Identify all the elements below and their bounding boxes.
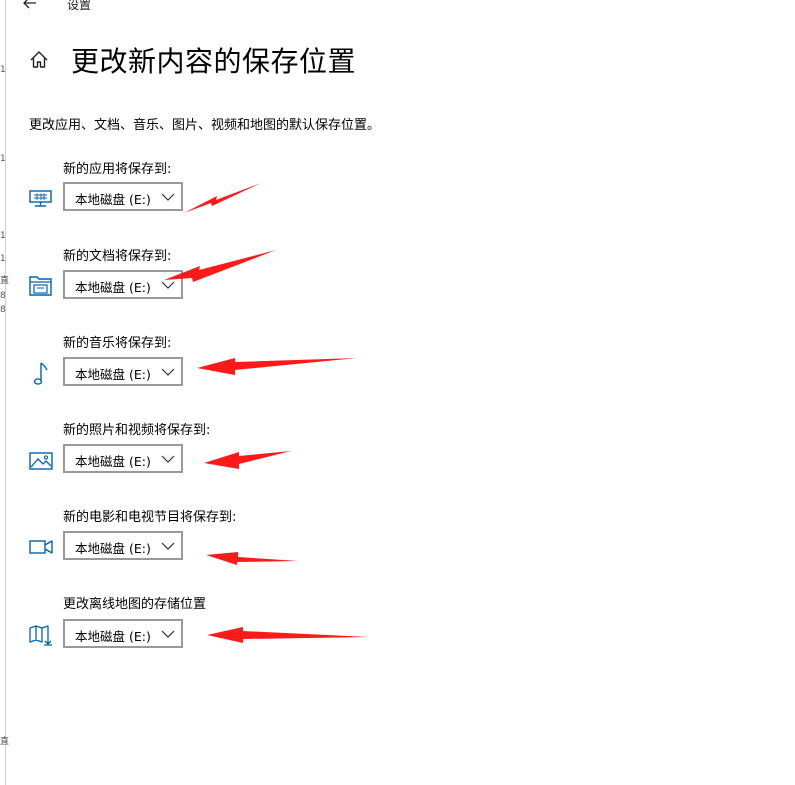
dropdown-value: 本地磁盘 (E:) [75,280,151,295]
chevron-down-icon [161,193,175,201]
edge-glyph: 直 [0,276,10,286]
annotation-arrow [197,358,357,375]
documents-icon-wrap [28,274,54,298]
dropdown-value: 本地磁盘 (E:) [75,629,151,644]
dropdown-value: 本地磁盘 (E:) [75,454,151,469]
back-arrow-icon [23,0,36,9]
edge-glyph: 直 [0,737,10,747]
photos-save-label: 新的照片和视频将保存到: [63,423,211,438]
app-title: 设置 [67,0,92,12]
background-window-edge [0,0,6,785]
dropdown-value: 本地磁盘 (E:) [75,541,151,556]
annotation-arrow [204,451,291,469]
page-title: 更改新内容的保存位置 [71,45,357,78]
music-note-icon [33,362,48,385]
maps-icon-wrap [28,624,54,648]
chevron-down-icon [161,281,175,289]
edge-glyph: 8 [0,291,6,301]
documents-save-label: 新的文档将保存到: [63,249,172,264]
photos-drive-dropdown[interactable]: 本地磁盘 (E:) [63,444,183,473]
apps-drive-dropdown[interactable]: 本地磁盘 (E:) [63,182,183,211]
annotation-arrow [206,552,298,565]
page-description: 更改应用、文档、音乐、图片、视频和地图的默认保存位置。 [29,118,381,133]
video-camera-icon [29,540,53,554]
edge-glyph: 1 [0,254,6,264]
movies-save-label: 新的电影和电视节目将保存到: [63,510,237,525]
music-drive-dropdown[interactable]: 本地磁盘 (E:) [63,357,183,386]
maps-drive-dropdown[interactable]: 本地磁盘 (E:) [63,619,183,648]
annotation-arrow [207,627,369,643]
map-download-icon [29,625,52,646]
home-icon [30,51,48,68]
documents-drive-dropdown[interactable]: 本地磁盘 (E:) [63,270,183,299]
home-button[interactable] [29,50,49,70]
movies-drive-dropdown[interactable]: 本地磁盘 (E:) [63,531,183,560]
annotation-arrow [184,183,261,213]
photos-icon-wrap [28,450,54,474]
edge-glyph: 1 [0,231,6,241]
maps-storage-label: 更改离线地图的存储位置 [63,597,207,612]
picture-icon [29,452,53,470]
dropdown-value: 本地磁盘 (E:) [75,192,151,207]
apps-save-label: 新的应用将保存到: [63,162,172,177]
music-save-label: 新的音乐将保存到: [63,336,172,351]
chevron-down-icon [161,542,175,550]
apps-icon-wrap [28,188,54,212]
edge-glyph: 1 [0,154,6,164]
title-bar: 设置 [0,0,795,16]
movies-icon-wrap [28,537,54,561]
chevron-down-icon [161,368,175,376]
edge-glyph: 1 [0,65,6,75]
dropdown-value: 本地磁盘 (E:) [75,367,151,382]
back-button[interactable] [20,0,40,12]
monitor-icon [29,190,52,207]
edge-glyph: 8 [0,305,6,315]
chevron-down-icon [161,630,175,638]
music-icon-wrap [28,361,54,385]
documents-folder-icon [29,276,52,296]
chevron-down-icon [161,455,175,463]
